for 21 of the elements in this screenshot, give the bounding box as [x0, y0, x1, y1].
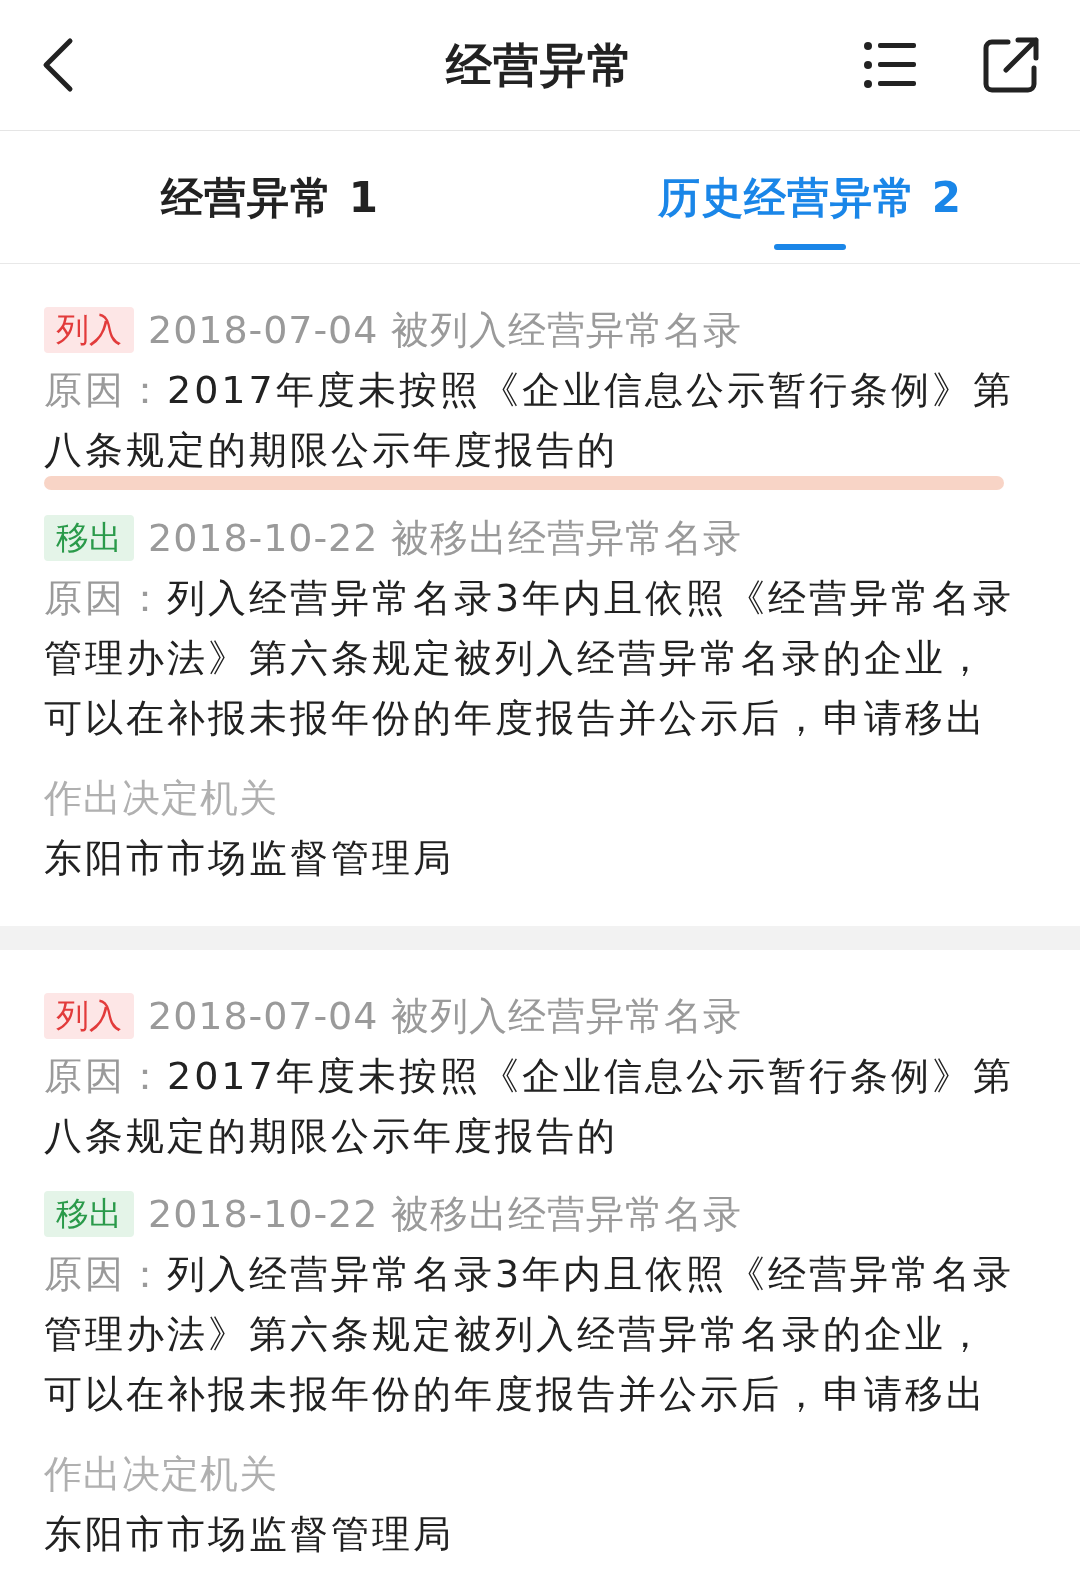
menu-icon[interactable] [864, 42, 916, 88]
event-date: 2018-10-22 被移出经营异常名录 [148, 1190, 742, 1238]
tab[interactable]: 经营异常 1 [160, 131, 380, 263]
share-icon[interactable] [982, 36, 1040, 94]
reason-text: 原因：2017年度未按照《企业信息公示暂行条例》第八条规定的期限公示年度报告的 [44, 1053, 1015, 1160]
reason-text: 原因：列入经营异常名录3年内且依照《经营异常名录管理办法》第六条规定被列入经营异常名录的企业，可以在补报未报年份的年度报告并公示后，申请移出 [44, 1251, 1016, 1418]
page-title: 经营异常 [445, 36, 635, 94]
status-tag: 移出 [44, 1191, 134, 1237]
authority-name: 东阳市市场监督管理局 [44, 835, 455, 882]
tab[interactable]: 历史经营异常 2 [657, 131, 963, 263]
authority-label: 作出决定机关 [44, 1451, 279, 1498]
authority-label: 作出决定机关 [44, 775, 279, 822]
reason-text: 原因：2017年度未按照《企业信息公示暂行条例》第八条规定的期限公示年度报告的 [44, 367, 1015, 474]
event-date: 2018-07-04 被列入经营异常名录 [148, 992, 742, 1040]
status-tag: 列入 [44, 307, 134, 353]
event-date: 2018-07-04 被列入经营异常名录 [148, 306, 742, 354]
status-tag: 列入 [44, 993, 134, 1039]
reason-text: 原因：列入经营异常名录3年内且依照《经营异常名录管理办法》第六条规定被列入经营异常名录的企业，可以在补报未报年份的年度报告并公示后，申请移出 [44, 575, 1016, 742]
status-tag: 移出 [44, 515, 134, 561]
event-date: 2018-10-22 被移出经营异常名录 [148, 514, 742, 562]
authority-name: 东阳市市场监督管理局 [44, 1511, 455, 1558]
